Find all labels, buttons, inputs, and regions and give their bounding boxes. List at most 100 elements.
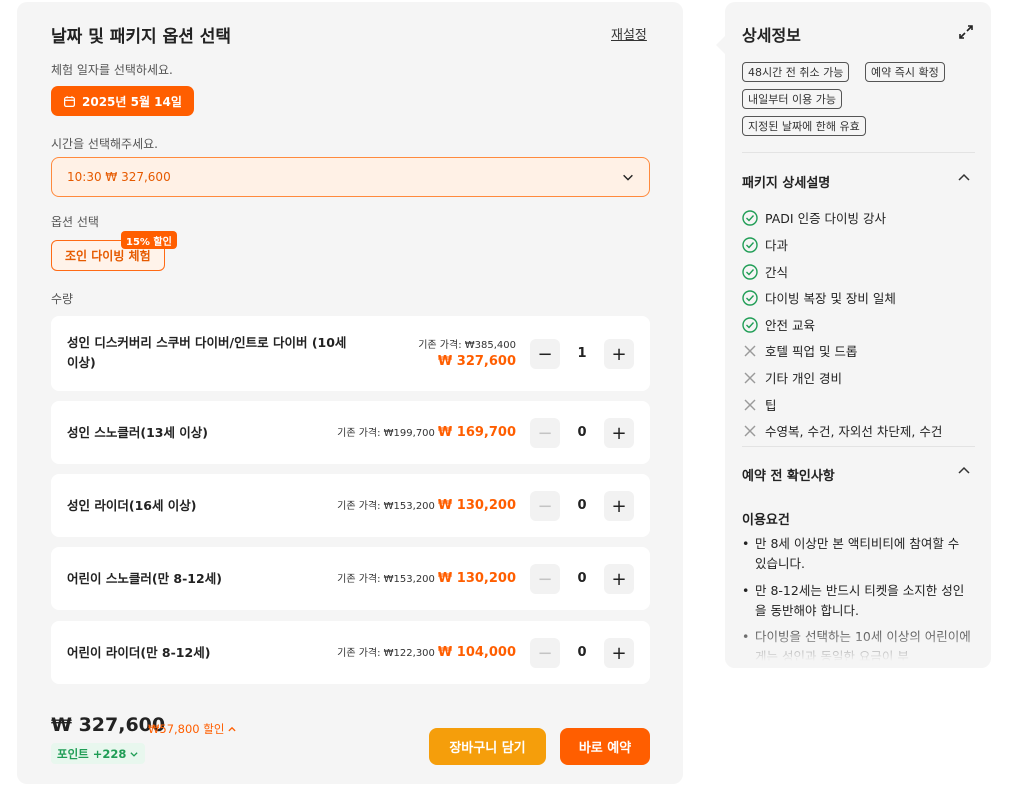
requirement-item: 만 8-12세는 반드시 티켓을 소지한 성인을 동반해야 합니다.: [742, 581, 974, 621]
check-circle-icon: [742, 289, 758, 306]
excluded-item-label: 수영복, 수건, 자외선 차단제, 수건: [765, 424, 943, 439]
x-icon: [744, 345, 756, 356]
requirement-item: 다이빙을 선택하는 10세 이상의 어린이에게는 성인과 동일한 요금이 부: [742, 627, 974, 667]
divider: [742, 152, 975, 153]
x-icon: [744, 399, 756, 410]
base-price: 기존 가격: ₩199,700: [337, 428, 435, 439]
tag: 48시간 전 취소 가능: [742, 62, 850, 82]
date-chip[interactable]: 2025년 5월 14일: [51, 86, 194, 116]
points-chip[interactable]: 포인트 +228: [51, 743, 146, 764]
decrement-button[interactable]: −: [530, 638, 560, 668]
details-title: 상세정보: [742, 26, 801, 45]
package-section-title: 패키지 상세설명: [742, 176, 831, 191]
quantity-name: 성인 디스커버리 스쿠버 다이버/인트로 다이버 (10세 이상): [67, 335, 347, 370]
sale-price: ₩ 130,200: [437, 498, 516, 513]
increment-button[interactable]: +: [604, 418, 634, 448]
chevron-up-icon[interactable]: [956, 462, 972, 478]
excluded-item: 기타 개인 경비: [742, 368, 842, 387]
quantity-row: 성인 디스커버리 스쿠버 다이버/인트로 다이버 (10세 이상) 기존 가격:…: [51, 316, 650, 391]
x-icon: [744, 372, 756, 383]
included-item: 다이빙 복장 및 장비 일체: [742, 288, 896, 307]
included-item-label: 안전 교육: [765, 318, 815, 333]
included-item: 안전 교육: [742, 315, 815, 334]
details-panel: 상세정보 48시간 전 취소 가능 예약 즉시 확정 내일부터 이용 가능 지정…: [725, 2, 991, 668]
sale-price: ₩ 327,600: [437, 354, 516, 369]
base-price: 기존 가격: ₩153,200: [337, 501, 435, 512]
tag: 내일부터 이용 가능: [742, 89, 842, 109]
excluded-item: 수영복, 수건, 자외선 차단제, 수건: [742, 421, 942, 440]
book-now-button[interactable]: 바로 예약: [560, 728, 650, 765]
quantity-value: 0: [577, 645, 587, 660]
discount-badge: 15% 할인: [121, 231, 177, 249]
excluded-item-label: 호텔 픽업 및 드롭: [765, 344, 858, 359]
increment-button[interactable]: +: [604, 491, 634, 521]
included-item-label: 간식: [765, 265, 789, 280]
quantity-row: 어린이 스노클러(만 8-12세) 기존 가격: ₩153,200 ₩ 130,…: [51, 547, 650, 610]
decrement-button[interactable]: −: [530, 564, 560, 594]
price-block: 기존 가격: ₩153,200 ₩ 130,200: [337, 570, 516, 586]
check-circle-icon: [742, 263, 758, 280]
excluded-item: 호텔 픽업 및 드롭: [742, 341, 857, 360]
calendar-icon: [64, 95, 75, 107]
base-price: 기존 가격: ₩153,200: [337, 574, 435, 585]
x-icon: [744, 425, 756, 436]
add-to-cart-button[interactable]: 장바구니 담기: [429, 728, 546, 765]
points-value: 포인트 +228: [57, 746, 127, 761]
divider: [742, 446, 975, 447]
price-block: 기존 가격: ₩199,700 ₩ 169,700: [337, 424, 516, 440]
time-select[interactable]: 10:30 ₩ 327,600: [51, 157, 650, 197]
sale-price: ₩ 130,200: [437, 571, 516, 586]
chevron-up-icon: [228, 726, 237, 732]
tag: 예약 즉시 확정: [865, 62, 945, 82]
price-block: 기존 가격: ₩122,300 ₩ 104,000: [337, 644, 516, 660]
decrement-button[interactable]: −: [530, 339, 560, 369]
increment-button[interactable]: +: [604, 638, 634, 668]
chevron-down-icon: [623, 174, 633, 181]
chevron-up-icon[interactable]: [956, 169, 972, 185]
included-item-label: 다이빙 복장 및 장비 일체: [765, 291, 896, 306]
date-section-label: 체험 일자를 선택하세요.: [51, 63, 173, 77]
reset-button[interactable]: 재설정: [611, 24, 647, 43]
decrement-button[interactable]: −: [530, 491, 560, 521]
price-block: 기존 가격: ₩385,400 ₩ 327,600: [418, 336, 516, 369]
requirement-item: 만 8세 이상만 본 액티비티에 참여할 수 있습니다.: [742, 534, 974, 574]
base-price: 기존 가격: ₩122,300: [337, 648, 435, 659]
price-block: 기존 가격: ₩153,200 ₩ 130,200: [337, 497, 516, 513]
booking-title: 날짜 및 패키지 옵션 선택: [51, 27, 232, 47]
tag: 지정된 날짜에 한해 유효: [742, 116, 866, 136]
quantity-value: 0: [577, 571, 587, 586]
requirements-title: 이용요건: [742, 513, 790, 528]
quantity-value: 1: [577, 346, 587, 361]
quantity-name: 어린이 라이더(만 8-12세): [67, 645, 211, 660]
check-circle-icon: [742, 236, 758, 253]
check-circle-icon: [742, 209, 758, 226]
total-discount: ₩57,800 할인: [148, 722, 225, 736]
expand-icon[interactable]: [958, 24, 974, 40]
booking-panel: 날짜 및 패키지 옵션 선택 재설정 체험 일자를 선택하세요. 2025년 5…: [17, 2, 683, 784]
base-price: 기존 가격: ₩385,400: [418, 340, 516, 351]
increment-button[interactable]: +: [604, 564, 634, 594]
notice-section-title: 예약 전 확인사항: [742, 469, 835, 484]
chevron-down-icon: [130, 751, 138, 757]
quantity-name: 어린이 스노클러(만 8-12세): [67, 571, 222, 586]
quantity-name: 성인 스노클러(13세 이상): [67, 425, 209, 440]
excluded-item: 팁: [742, 395, 777, 414]
included-item: 간식: [742, 262, 788, 281]
quantity-section-label: 수량: [51, 292, 74, 306]
quantity-value: 0: [577, 425, 587, 440]
included-item: 다과: [742, 235, 788, 254]
included-item-label: PADI 인증 다이빙 강사: [765, 211, 887, 226]
included-item-label: 다과: [765, 238, 789, 253]
quantity-row: 어린이 라이더(만 8-12세) 기존 가격: ₩122,300 ₩ 104,0…: [51, 621, 650, 684]
time-section-label: 시간을 선택해주세요.: [51, 137, 158, 151]
excluded-item-label: 팁: [765, 398, 777, 413]
total-discount-toggle[interactable]: ₩57,800 할인: [148, 721, 237, 737]
included-item: PADI 인증 다이빙 강사: [742, 208, 886, 227]
quantity-name: 성인 라이더(16세 이상): [67, 498, 197, 513]
excluded-item-label: 기타 개인 경비: [765, 371, 842, 386]
selected-date: 2025년 5월 14일: [82, 94, 182, 109]
sale-price: ₩ 104,000: [437, 645, 516, 660]
quantity-row: 성인 라이더(16세 이상) 기존 가격: ₩153,200 ₩ 130,200…: [51, 474, 650, 537]
increment-button[interactable]: +: [604, 339, 634, 369]
decrement-button[interactable]: −: [530, 418, 560, 448]
